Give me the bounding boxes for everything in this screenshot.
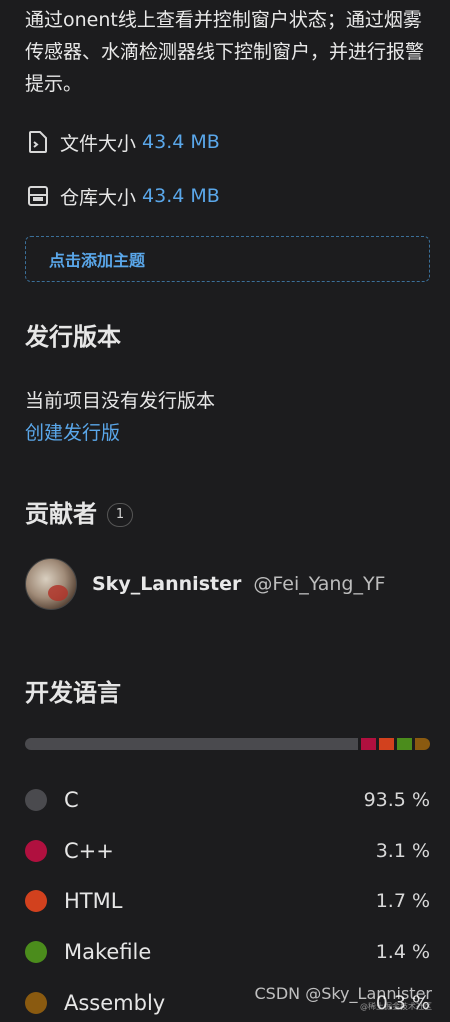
repo-sidebar: 通过onent线上查看并控制窗户状态；通过烟雾传感器、水滴检测器线下控制窗户，并…: [25, 0, 430, 1015]
language-color-dot: [25, 789, 47, 811]
database-icon: [25, 183, 51, 209]
language-bar-segment: [25, 738, 358, 750]
avatar[interactable]: [25, 558, 77, 610]
repo-size-row: 仓库大小 43.4 MB: [25, 183, 220, 209]
language-row[interactable]: HTML 1.7 %: [25, 886, 430, 916]
repo-size-label: 仓库大小: [60, 186, 137, 209]
add-topic-button[interactable]: 点击添加主题: [25, 236, 430, 282]
language-percent: 93.5 %: [363, 789, 430, 811]
language-bar-segment: [360, 738, 376, 750]
language-percent: 3.1 %: [375, 840, 430, 862]
language-name: Assembly: [64, 991, 166, 1015]
language-row[interactable]: C++ 3.1 %: [25, 836, 430, 866]
language-percent: 1.4 %: [375, 941, 430, 963]
add-topic-label: 点击添加主题: [49, 251, 146, 270]
contributors-heading: 贡献者 1: [25, 494, 133, 529]
languages-heading: 开发语言: [25, 679, 121, 707]
file-size-label: 文件大小: [60, 132, 137, 155]
language-name: C: [64, 788, 79, 812]
no-releases-text: 当前项目没有发行版本: [25, 390, 216, 412]
contributor-item[interactable]: Sky_Lannister @Fei_Yang_YF: [25, 558, 386, 610]
contributors-title: 贡献者: [25, 500, 97, 528]
language-name: HTML: [64, 889, 123, 913]
releases-heading: 发行版本: [25, 323, 121, 351]
watermark: CSDN @Sky_Lannister @稀土掘金技术社区: [255, 984, 433, 1012]
language-row[interactable]: Makefile 1.4 %: [25, 937, 430, 967]
language-color-dot: [25, 890, 47, 912]
language-color-dot: [25, 840, 47, 862]
contributor-handle: @Fei_Yang_YF: [253, 573, 386, 595]
language-bar: [25, 738, 430, 750]
language-color-dot: [25, 992, 47, 1014]
language-name: Makefile: [64, 940, 152, 964]
language-bar-segment: [415, 738, 430, 750]
language-name: C++: [64, 839, 114, 863]
language-color-dot: [25, 941, 47, 963]
repo-description: 通过onent线上查看并控制窗户状态；通过烟雾传感器、水滴检测器线下控制窗户，并…: [25, 9, 425, 95]
file-code-icon: [25, 129, 51, 155]
language-percent: 1.7 %: [375, 890, 430, 912]
file-size-row: 文件大小 43.4 MB: [25, 129, 220, 155]
file-size-value: 43.4 MB: [142, 131, 220, 153]
contributors-count-badge: 1: [107, 503, 133, 527]
repo-size-value: 43.4 MB: [142, 185, 220, 207]
language-bar-segment: [379, 738, 394, 750]
create-release-link[interactable]: 创建发行版: [25, 418, 120, 445]
language-row[interactable]: C 93.5 %: [25, 785, 430, 815]
language-bar-segment: [397, 738, 412, 750]
contributor-name[interactable]: Sky_Lannister: [92, 573, 241, 595]
